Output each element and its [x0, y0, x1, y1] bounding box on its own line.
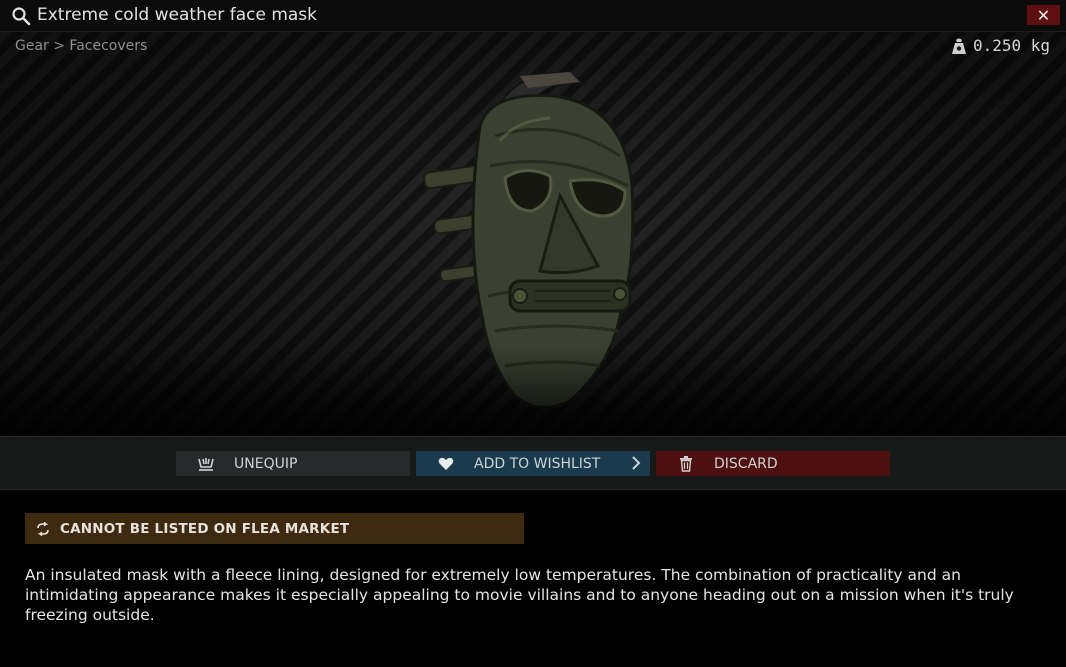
close-button[interactable]: ✕	[1027, 5, 1060, 25]
preview-fade	[0, 346, 1066, 436]
title-bar: Extreme cold weather face mask ✕	[0, 0, 1066, 32]
discard-label: DISCARD	[714, 455, 778, 472]
breadcrumb[interactable]: Gear > Facecovers	[15, 38, 147, 54]
add-to-wishlist-button[interactable]: ADD TO WISHLIST	[416, 451, 650, 476]
exchange-icon	[37, 521, 49, 536]
search-icon	[12, 7, 31, 26]
unequip-icon	[196, 456, 216, 472]
add-to-wishlist-label: ADD TO WISHLIST	[474, 455, 601, 472]
trash-icon	[676, 455, 696, 472]
close-icon: ✕	[1036, 5, 1051, 25]
weight-value: 0.250 kg	[972, 36, 1050, 55]
chevron-right-icon[interactable]	[630, 455, 642, 471]
flea-market-notice: CANNOT BE LISTED ON FLEA MARKET	[25, 513, 524, 544]
action-bar: UNEQUIP ADD TO WISHLIST DISCARD	[0, 436, 1066, 490]
unequip-label: UNEQUIP	[234, 455, 298, 472]
flea-market-notice-text: CANNOT BE LISTED ON FLEA MARKET	[60, 520, 350, 537]
item-preview: Gear > Facecovers 0.250 kg	[0, 32, 1066, 436]
weight-display: 0.250 kg	[951, 36, 1050, 55]
item-description: An insulated mask with a fleece lining, …	[25, 566, 1014, 624]
weight-icon	[951, 38, 966, 54]
window-title: Extreme cold weather face mask	[37, 5, 317, 25]
heart-icon	[436, 456, 456, 472]
unequip-button[interactable]: UNEQUIP	[176, 451, 410, 476]
discard-button[interactable]: DISCARD	[656, 451, 890, 476]
